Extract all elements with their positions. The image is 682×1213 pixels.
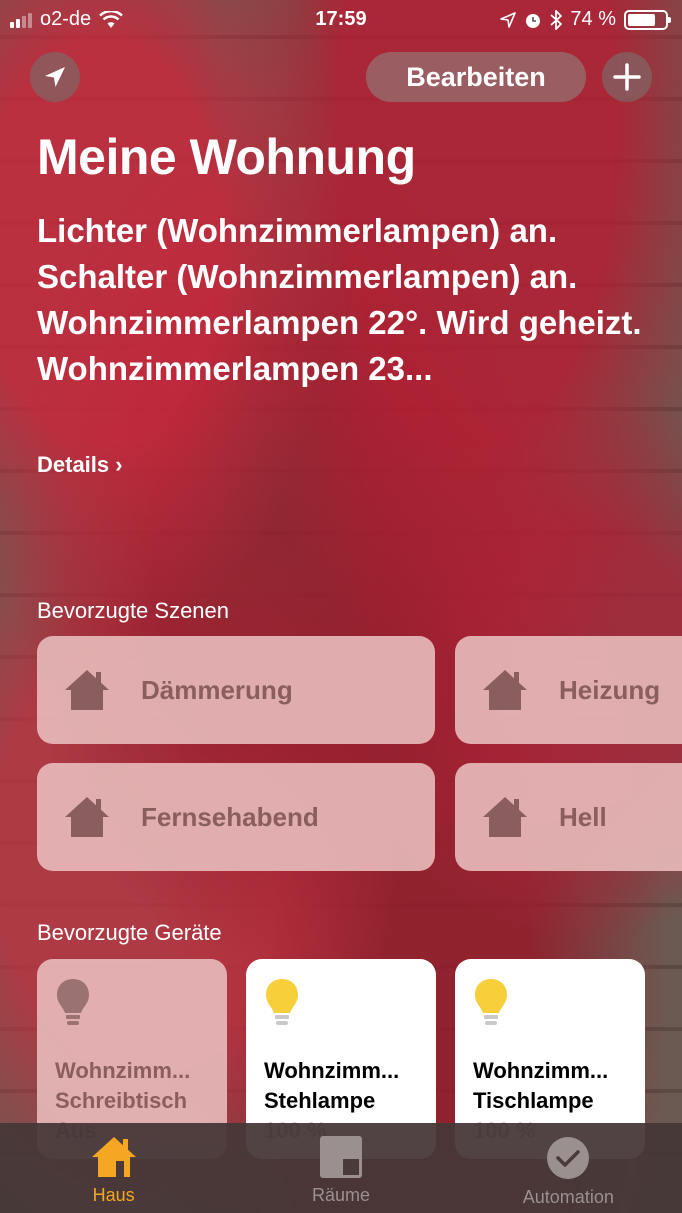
battery-percent: 74 %	[570, 8, 616, 30]
lightbulb-on-icon	[266, 979, 298, 1025]
tab-haus[interactable]: Haus	[0, 1123, 227, 1213]
status-summary: Lichter (Wohnzimmerlampen) an. Schalter …	[37, 208, 647, 392]
summary-line: Wohnzimmerlampen 22°. Wird geheizt. Wohn…	[37, 304, 642, 387]
battery-icon	[624, 9, 671, 30]
section-label-scenes: Bevorzugte Szenen	[37, 598, 230, 623]
summary-line: Lichter (Wohnzimmerlampen) an.	[37, 212, 558, 249]
bluetooth-icon	[550, 9, 563, 30]
house-icon	[483, 797, 527, 837]
scene-tile[interactable]: Dämmerung	[37, 636, 435, 744]
house-icon	[65, 797, 109, 837]
lightbulb-on-icon	[475, 979, 507, 1025]
scene-name: Fernsehabend	[141, 801, 319, 832]
device-room: Wohnzimm...	[55, 1058, 191, 1083]
scene-name: Dämmerung	[141, 674, 293, 705]
tab-label: Haus	[92, 1185, 135, 1205]
device-name: Stehlampe	[264, 1088, 376, 1113]
lightbulb-off-icon	[57, 979, 89, 1025]
summary-line: Schalter (Wohnzimmerlampen) an.	[37, 258, 578, 295]
house-icon	[91, 1137, 136, 1177]
device-name: Tischlampe	[473, 1088, 594, 1113]
tab-automation[interactable]: Automation	[455, 1123, 682, 1213]
page-title: Meine Wohnung	[37, 129, 416, 185]
scene-name: Heizung	[559, 674, 661, 705]
tab-raeume[interactable]: Räume	[227, 1123, 454, 1213]
clock-check-icon	[547, 1137, 590, 1179]
scene-name: Hell	[559, 801, 607, 832]
scene-tile[interactable]: Hell	[455, 763, 682, 871]
tab-label: Automation	[522, 1187, 614, 1207]
add-button[interactable]	[602, 52, 652, 102]
scene-tile[interactable]: Heizung	[455, 636, 682, 744]
chevron-right-icon: ›	[115, 452, 123, 477]
battery-fill	[628, 13, 655, 26]
scene-tile[interactable]: Fernsehabend	[37, 763, 435, 871]
tab-bar: Haus Räume Automation	[0, 1123, 682, 1213]
status-right: 74 %	[500, 8, 671, 31]
edit-button[interactable]: Bearbeiten	[366, 52, 586, 102]
device-room: Wohnzimm...	[264, 1058, 400, 1083]
status-bar: o2-de 17:59 74 %	[0, 0, 682, 40]
house-icon	[483, 670, 527, 710]
details-label: Details	[37, 452, 110, 477]
device-name: Schreibtisch	[55, 1088, 188, 1113]
device-room: Wohnzimm...	[473, 1058, 609, 1083]
alarm-icon	[526, 13, 541, 28]
section-label-devices: Bevorzugte Geräte	[37, 920, 222, 945]
tab-label: Räume	[311, 1185, 370, 1205]
location-button[interactable]	[30, 52, 80, 102]
details-link[interactable]: Details ›	[37, 452, 123, 478]
location-arrow-icon	[45, 67, 65, 87]
plus-icon	[613, 63, 641, 91]
house-icon	[65, 670, 109, 710]
rooms-icon	[319, 1136, 362, 1178]
location-arrow-icon	[500, 11, 517, 28]
